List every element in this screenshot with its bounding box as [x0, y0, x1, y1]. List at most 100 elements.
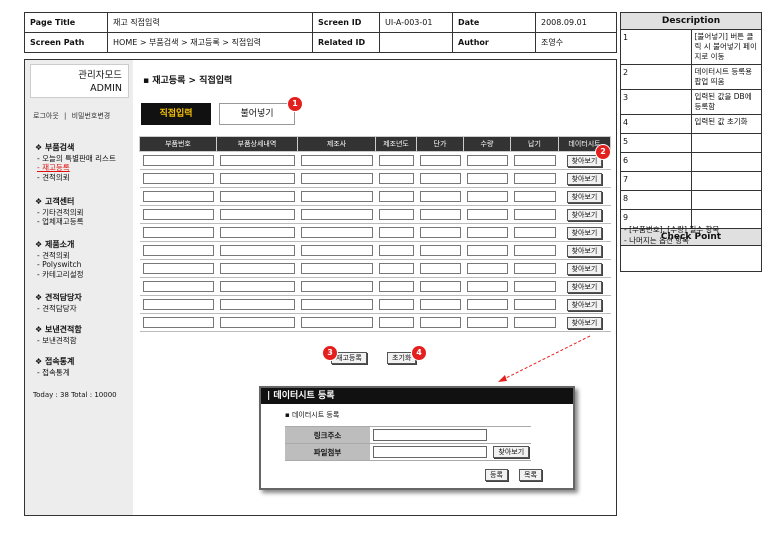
find-datasheet-button[interactable]: 찾아보기 [566, 262, 603, 275]
cell-input[interactable] [419, 173, 461, 184]
cell-input[interactable] [378, 227, 414, 238]
menu-item-special-sale[interactable]: - 오늘의 특별판매 리스트 [35, 154, 116, 164]
cell-input[interactable] [378, 281, 414, 292]
cell-input[interactable] [300, 281, 373, 292]
cell-input[interactable] [419, 245, 461, 256]
cell-input[interactable] [513, 281, 556, 292]
cell-input[interactable] [419, 191, 461, 202]
menu-item-other-quote[interactable]: - 기타견적의뢰 [35, 208, 84, 218]
cell-input[interactable] [142, 227, 214, 238]
cell-input[interactable] [142, 263, 214, 274]
change-password-link[interactable]: 비밀번호변경 [72, 112, 111, 120]
cell-input[interactable] [466, 299, 508, 310]
menu-item-sent[interactable]: - 보낸견적함 [35, 336, 82, 346]
cell-input[interactable] [219, 281, 295, 292]
cell-input[interactable] [466, 263, 508, 274]
find-datasheet-button[interactable]: 찾아보기 [566, 208, 603, 221]
popup-register-button[interactable]: 등록 [485, 469, 508, 481]
cell-input[interactable] [466, 209, 508, 220]
cell-input[interactable] [419, 281, 461, 292]
cell-input[interactable] [419, 317, 461, 328]
cell-input[interactable] [378, 299, 414, 310]
cell-input[interactable] [378, 245, 414, 256]
cell-input[interactable] [419, 299, 461, 310]
cell-input[interactable] [513, 173, 556, 184]
cell-input[interactable] [300, 191, 373, 202]
cell-input[interactable] [513, 209, 556, 220]
file-input[interactable] [373, 446, 487, 458]
link-input[interactable] [373, 429, 487, 441]
menu-group-title[interactable]: ❖ 고객센터 [35, 197, 84, 207]
cell-input[interactable] [300, 317, 373, 328]
find-datasheet-button[interactable]: 찾아보기 [566, 244, 603, 257]
cell-input[interactable] [142, 299, 214, 310]
cell-input[interactable] [219, 263, 295, 274]
cell-input[interactable] [142, 317, 214, 328]
menu-item-quote-request[interactable]: - 견적의뢰 [35, 173, 116, 183]
cell-input[interactable] [142, 191, 214, 202]
menu-item-quote[interactable]: - 견적의뢰 [35, 251, 84, 261]
cell-input[interactable] [378, 191, 414, 202]
find-datasheet-button[interactable]: 찾아보기 [566, 316, 603, 329]
cell-input[interactable] [219, 155, 295, 166]
cell-input[interactable] [466, 245, 508, 256]
find-datasheet-button[interactable]: 찾아보기 [566, 226, 603, 239]
menu-group-title[interactable]: ❖ 보낸견적함 [35, 325, 82, 335]
cell-input[interactable] [513, 299, 556, 310]
popup-find-button[interactable]: 찾아보기 [493, 446, 530, 458]
cell-input[interactable] [513, 155, 556, 166]
cell-input[interactable] [219, 227, 295, 238]
cell-input[interactable] [466, 227, 508, 238]
cell-input[interactable] [466, 317, 508, 328]
cell-input[interactable] [513, 263, 556, 274]
cell-input[interactable] [142, 173, 214, 184]
tab-import[interactable]: 불어넣기 [219, 103, 295, 125]
menu-group-title[interactable]: ❖ 접속통계 [35, 357, 74, 367]
cell-input[interactable] [300, 227, 373, 238]
cell-input[interactable] [219, 299, 295, 310]
cell-input[interactable] [466, 191, 508, 202]
menu-item-stock-register[interactable]: - 재고등록 [35, 163, 116, 173]
cell-input[interactable] [466, 173, 508, 184]
find-datasheet-button[interactable]: 찾아보기 [566, 190, 603, 203]
find-datasheet-button[interactable]: 찾아보기 [566, 280, 603, 293]
cell-input[interactable] [466, 281, 508, 292]
cell-input[interactable] [219, 191, 295, 202]
cell-input[interactable] [300, 245, 373, 256]
cell-input[interactable] [378, 173, 414, 184]
menu-item-polyswitch[interactable]: - Polyswitch [35, 260, 84, 270]
menu-item-manager[interactable]: - 견적담당자 [35, 304, 82, 314]
cell-input[interactable] [378, 263, 414, 274]
cell-input[interactable] [466, 155, 508, 166]
cell-input[interactable] [219, 173, 295, 184]
find-datasheet-button[interactable]: 찾아보기 [566, 172, 603, 185]
cell-input[interactable] [513, 191, 556, 202]
logout-link[interactable]: 로그아웃 [33, 112, 59, 120]
cell-input[interactable] [219, 209, 295, 220]
menu-group-title[interactable]: ❖ 견적담당자 [35, 293, 82, 303]
cell-input[interactable] [300, 263, 373, 274]
tab-direct-input[interactable]: 직접입력 [141, 103, 211, 125]
cell-input[interactable] [419, 209, 461, 220]
menu-item-vendor-stock[interactable]: - 업체재고등록 [35, 217, 84, 227]
menu-item-category[interactable]: - 카테고리설정 [35, 270, 84, 280]
cell-input[interactable] [513, 227, 556, 238]
cell-input[interactable] [513, 317, 556, 328]
cell-input[interactable] [378, 155, 414, 166]
cell-input[interactable] [300, 155, 373, 166]
cell-input[interactable] [419, 263, 461, 274]
cell-input[interactable] [300, 209, 373, 220]
cell-input[interactable] [142, 155, 214, 166]
popup-list-button[interactable]: 목록 [519, 469, 542, 481]
cell-input[interactable] [142, 245, 214, 256]
cell-input[interactable] [142, 281, 214, 292]
cell-input[interactable] [300, 173, 373, 184]
menu-group-title[interactable]: ❖ 부품검색 [35, 143, 116, 153]
cell-input[interactable] [419, 155, 461, 166]
cell-input[interactable] [378, 317, 414, 328]
menu-item-stats[interactable]: - 접속통계 [35, 368, 74, 378]
cell-input[interactable] [300, 299, 373, 310]
cell-input[interactable] [142, 209, 214, 220]
cell-input[interactable] [419, 227, 461, 238]
cell-input[interactable] [378, 209, 414, 220]
